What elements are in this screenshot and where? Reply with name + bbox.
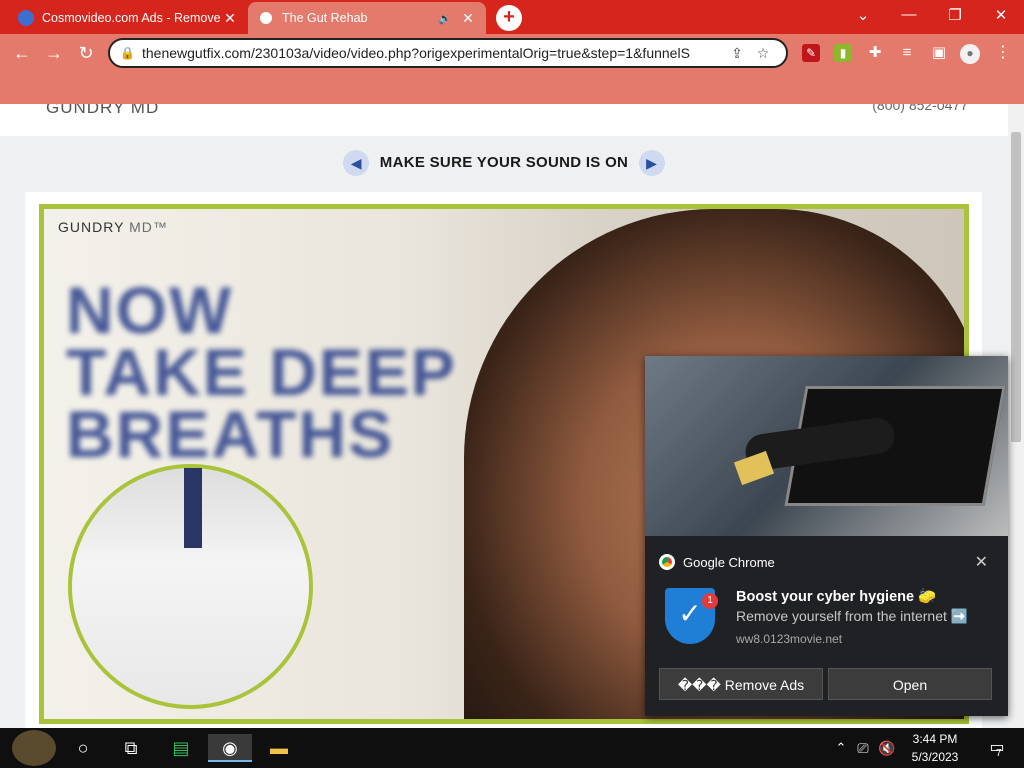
chrome-notification[interactable]: Google Chrome ✕ ✓ 1 Boost your cyber hyg… [645,356,1008,716]
bookmark-star-icon[interactable]: ☆ [750,45,776,62]
system-clock[interactable]: 3:44 PM 5/3/2023 [900,730,970,766]
browser-toolbar: ← → ↻ 🔒 thenewgutfix.com/230103a/video/v… [0,34,1024,72]
site-logo[interactable]: GUNDRY MD [46,104,159,118]
phone-number[interactable]: (800) 852-0477 [872,104,968,113]
tab-strip: Cosmovideo.com Ads - Remove ✕ The Gut Re… [0,0,1024,34]
close-tab-icon[interactable]: ✕ [460,10,476,27]
volume-muted-icon[interactable]: 🔇 [872,734,902,762]
extensions-puzzle-icon[interactable]: ✚ [866,44,884,62]
task-view-icon[interactable]: ⧉ [116,734,146,762]
notification-image [645,356,1008,536]
reload-button[interactable]: ↻ [74,41,98,65]
notification-badge: 1 [702,593,718,609]
restore-button[interactable]: ❐ [940,6,970,24]
start-button-icon[interactable] [12,730,56,766]
sound-notice: ◀ MAKE SURE YOUR SOUND IS ON ▶ [0,150,1008,176]
url-text[interactable]: thenewgutfix.com/230103a/video/video.php… [142,45,724,61]
open-button[interactable]: Open [828,668,992,700]
notification-close-icon[interactable]: ✕ [975,552,988,572]
video-logo-md: MD™ [129,219,168,235]
cosmovideo-favicon-icon [18,10,34,26]
credit-card-image [733,450,775,486]
tab-gut-rehab[interactable]: The Gut Rehab 🔈 ✕ [248,2,486,34]
speaker-right-icon: ▶ [638,150,665,176]
doctor-portrait [68,464,313,709]
chrome-taskbar-icon[interactable]: ◉ [208,734,252,762]
headline-line-2: TAKE DEEP [66,335,457,409]
close-window-button[interactable]: ✕ [986,6,1016,24]
extension-red-icon[interactable]: ✎ [802,44,820,62]
headline-line-1: NOW [66,273,234,347]
menu-kebab-icon[interactable]: ⋮ [994,44,1012,62]
site-header: GUNDRY MD (800) 852-0477 [0,104,1008,136]
audio-playing-icon[interactable]: 🔈 [438,12,452,25]
profile-avatar-icon[interactable]: ● [960,44,980,64]
chrome-logo-icon [659,554,675,570]
notification-app-name: Google Chrome [683,554,775,570]
search-circle-icon[interactable]: ○ [68,734,98,762]
headline-line-3: BREATHS [66,397,395,471]
video-logo: GUNDRY MD™ [58,219,168,235]
video-logo-main: GUNDRY [58,219,125,235]
tab-search-icon[interactable]: ⌄ [848,6,878,24]
close-tab-icon[interactable]: ✕ [222,10,238,27]
video-headline: NOW TAKE DEEP BREATHS [66,273,457,471]
tab-title: The Gut Rehab [282,11,368,25]
extension-green-icon[interactable]: ▮ [834,44,852,62]
tab-title: Cosmovideo.com Ads - Remove [42,11,221,25]
back-button[interactable]: ← [10,41,34,65]
side-panel-icon[interactable]: ▣ [930,44,948,62]
action-center-count: 7 [996,748,1002,759]
browser-chrome: Cosmovideo.com Ads - Remove ✕ The Gut Re… [0,0,1024,104]
address-bar[interactable]: 🔒 thenewgutfix.com/230103a/video/video.p… [108,38,788,68]
new-tab-button[interactable]: + [496,5,522,31]
notification-body: Remove yourself from the internet ➡️ [736,608,969,624]
notification-title: Boost your cyber hygiene 🧽 [736,589,937,605]
globe-favicon-icon [258,10,274,26]
sound-notice-text: MAKE SURE YOUR SOUND IS ON [379,153,629,171]
forward-button[interactable]: → [42,41,66,65]
reading-list-icon[interactable]: ≡ [898,44,916,62]
sheets-app-icon[interactable]: ▤ [166,734,196,762]
page-scrollbar[interactable] [1008,104,1024,728]
clock-date: 5/3/2023 [911,750,959,764]
scrollbar-thumb[interactable] [1011,132,1021,442]
minimize-button[interactable]: — [894,6,924,23]
notification-source: ww8.0123movie.net [736,632,843,646]
windows-taskbar: ○ ⧉ ▤ ◉ ▬ ⌃ ⎚ 🔇 3:44 PM 5/3/2023 ▭ 7 [0,728,1024,768]
tab-cosmovideo[interactable]: Cosmovideo.com Ads - Remove ✕ [8,2,248,34]
remove-ads-button[interactable]: ��� Remove Ads [659,668,823,700]
file-explorer-icon[interactable]: ▬ [264,734,294,762]
lock-icon[interactable]: 🔒 [120,46,142,60]
speaker-left-icon: ◀ [343,150,370,176]
share-icon[interactable]: ⇪ [724,45,750,62]
doctor-tie [184,468,202,548]
clock-time: 3:44 PM [912,732,958,746]
notification-header: Google Chrome [659,554,775,570]
